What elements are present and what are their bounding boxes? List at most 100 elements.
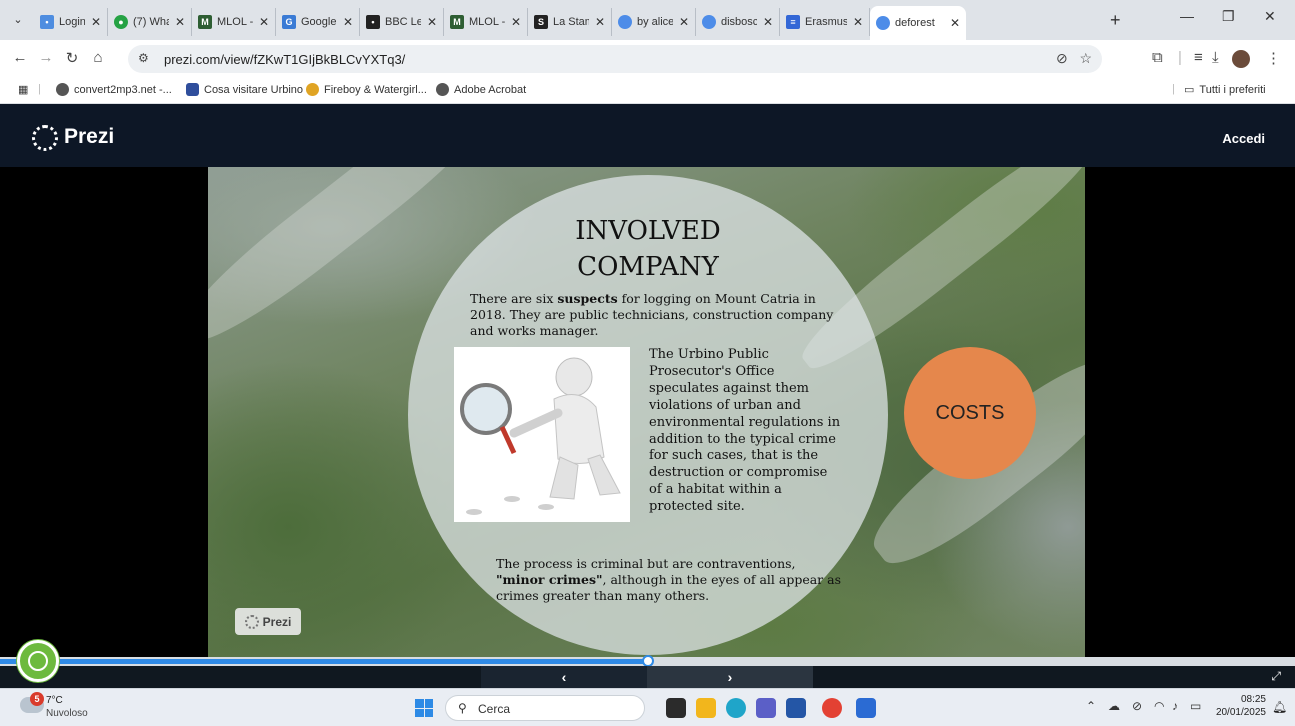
site-info-icon[interactable]: ⚙	[138, 51, 149, 65]
location-off-icon[interactable]: ⊘	[1132, 699, 1142, 713]
bookmark-star-icon[interactable]: ☆	[1079, 50, 1092, 66]
browser-toolbar: ← → ↻ ⌂ ⚙ prezi.com/view/fZKwT1GIjBkBLCv…	[0, 40, 1295, 78]
windows-start-icon[interactable]	[415, 699, 433, 717]
back-icon[interactable]: ←	[10, 49, 30, 66]
close-icon[interactable]: ✕	[343, 15, 353, 29]
close-icon[interactable]: ✕	[427, 15, 437, 29]
next-slide-button[interactable]: ›	[647, 666, 813, 688]
forward-icon[interactable]: →	[36, 49, 56, 66]
tab-list: • Login Ar ✕ ● (7) What ✕ M MLOL - I ✕ G Google…	[34, 6, 966, 40]
edge-icon[interactable]	[726, 698, 746, 718]
tab-title: disbosc	[721, 16, 757, 28]
url-text[interactable]: prezi.com/view/fZKwT1GIjBkBLCvYXTq3/	[164, 52, 405, 67]
main-paragraph: The Urbino Public Prosecutor's Office sp…	[649, 347, 841, 515]
tab[interactable]: ● (7) What ✕	[108, 8, 192, 36]
all-bookmarks-button[interactable]: ▭ Tutti i preferiti	[1184, 83, 1266, 97]
bookmark-item[interactable]: Fireboy & Watergirl...	[306, 83, 427, 96]
reload-icon[interactable]: ↻	[62, 49, 82, 67]
prezi-header: Prezi Accedi	[0, 104, 1295, 167]
weather-temperature[interactable]: 7°C	[46, 695, 63, 706]
tab[interactable]: disbosc ✕	[696, 8, 780, 36]
tab-search-icon[interactable]: ⌄	[8, 10, 28, 30]
close-icon[interactable]: ✕	[950, 16, 960, 30]
tab-favicon-icon	[876, 16, 890, 30]
tab-favicon-icon: M	[450, 15, 464, 29]
prezi-logo-icon	[244, 614, 259, 629]
task-view-icon[interactable]	[666, 698, 686, 718]
clock-date[interactable]: 20/01/2025	[1200, 707, 1266, 718]
tab-active[interactable]: deforest ✕	[870, 6, 966, 40]
close-icon[interactable]: ✕	[679, 15, 689, 29]
bookmark-favicon-icon	[306, 83, 319, 96]
close-icon[interactable]: ✕	[259, 15, 269, 29]
eye-off-icon[interactable]: ⊘	[1056, 50, 1068, 66]
apps-grid-icon[interactable]: ▦	[18, 83, 28, 96]
bookmark-item[interactable]: convert2mp3.net -...	[56, 83, 172, 96]
costs-topic-circle[interactable]: COSTS	[904, 347, 1036, 479]
weather-condition[interactable]: Nuvoloso	[46, 708, 88, 719]
close-icon[interactable]: ✕	[175, 15, 185, 29]
outro-paragraph: The process is criminal but are contrave…	[496, 556, 841, 604]
bookmark-item[interactable]: Adobe Acrobat	[436, 83, 526, 96]
close-icon[interactable]: ✕	[763, 15, 773, 29]
new-tab-button[interactable]: +	[1110, 10, 1121, 31]
tab[interactable]: S La Stam ✕	[528, 8, 612, 36]
chrome-icon[interactable]	[822, 698, 842, 718]
prezi-logo-text[interactable]: Prezi	[64, 125, 114, 149]
bookmark-label: Cosa visitare Urbino	[204, 83, 304, 96]
presentation-stage: INVOLVED COMPANY There are six suspects …	[0, 167, 1295, 657]
bookmark-item[interactable]: Cosa visitare Urbino	[186, 83, 303, 96]
restore-button[interactable]: ❐	[1222, 8, 1235, 25]
tab[interactable]: G Google ✕	[276, 8, 360, 36]
previous-slide-button[interactable]: ‹	[481, 666, 647, 688]
word-icon[interactable]	[856, 698, 876, 718]
teams-icon[interactable]	[756, 698, 776, 718]
globe-icon	[56, 83, 69, 96]
close-icon[interactable]: ✕	[595, 15, 605, 29]
cookie-settings-button[interactable]	[17, 640, 59, 682]
download-icon[interactable]: ⤓	[1212, 49, 1219, 66]
close-icon[interactable]: ✕	[91, 15, 101, 29]
home-icon[interactable]: ⌂	[88, 49, 108, 66]
tab[interactable]: M MLOL - I ✕	[444, 8, 528, 36]
tab-title: La Stam	[553, 16, 589, 28]
notification-bell-icon[interactable]: 🔔︎	[1272, 700, 1287, 714]
reading-list-icon[interactable]: ≡	[1194, 49, 1203, 66]
close-icon[interactable]: ✕	[853, 15, 863, 29]
bookmark-label: Adobe Acrobat	[454, 83, 527, 96]
tab[interactable]: • BBC Lea ✕	[360, 8, 444, 36]
tab[interactable]: by alice ✕	[612, 8, 696, 36]
profile-avatar[interactable]	[1232, 50, 1250, 68]
onedrive-icon[interactable]: ☁	[1108, 699, 1120, 713]
login-button[interactable]: Accedi	[1222, 131, 1265, 146]
intro-text: There are six	[470, 291, 558, 306]
tab-favicon-icon: •	[366, 15, 380, 29]
outro-bold: "minor crimes"	[496, 572, 603, 587]
close-window-button[interactable]: ✕	[1264, 8, 1276, 25]
progress-fill	[0, 659, 648, 664]
bookmark-favicon-icon	[186, 83, 199, 96]
tab[interactable]: M MLOL - I ✕	[192, 8, 276, 36]
badge-label: Prezi	[262, 614, 292, 629]
file-explorer-icon[interactable]	[696, 698, 716, 718]
cookie-icon	[28, 651, 48, 671]
taskbar-search[interactable]: ⚲ Cerca	[445, 695, 645, 721]
fullscreen-icon[interactable]: ⤢	[1271, 669, 1281, 684]
volume-icon[interactable]: ♪	[1172, 699, 1178, 713]
presentation-controls: ‹ › ⤢	[0, 666, 1295, 688]
tab[interactable]: • Login Ar ✕	[34, 8, 108, 36]
store-icon[interactable]	[786, 698, 806, 718]
extensions-icon[interactable]: ⧉	[1152, 49, 1163, 66]
presentation-progress-bar[interactable]	[0, 655, 1295, 667]
prezi-watermark-badge[interactable]: Prezi	[235, 608, 301, 635]
close-icon[interactable]: ✕	[511, 15, 521, 29]
menu-kebab-icon[interactable]: ⋮	[1266, 49, 1281, 67]
address-bar[interactable]: ⚙ prezi.com/view/fZKwT1GIjBkBLCvYXTq3/ ⊘…	[128, 45, 1102, 73]
chevron-up-icon[interactable]: ⌃	[1086, 699, 1096, 713]
wifi-icon[interactable]: ◠	[1154, 699, 1164, 713]
prezi-logo-icon[interactable]	[32, 125, 58, 151]
minimize-button[interactable]: —	[1180, 8, 1194, 24]
clock-time[interactable]: 08:25	[1226, 694, 1266, 705]
bookmark-label: Fireboy & Watergirl...	[324, 83, 427, 96]
tab[interactable]: ≡ Erasmus ✕	[780, 8, 870, 36]
